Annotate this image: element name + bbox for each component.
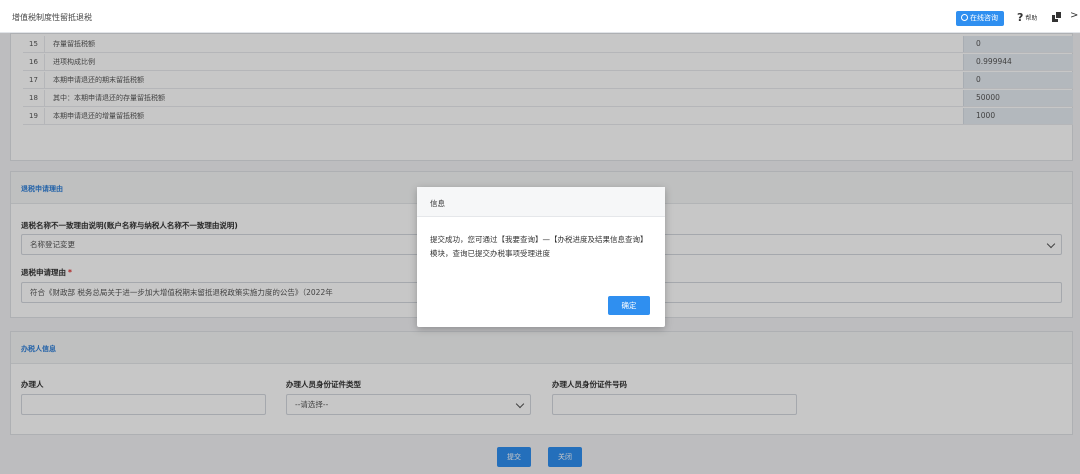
confirm-button[interactable]: 确定 [608, 296, 650, 315]
help-button[interactable]: ? 帮助 [1017, 11, 1037, 24]
window-icon[interactable] [1052, 12, 1061, 22]
title-bar: 增值税制度性留抵退税 在线咨询 ? 帮助 > [0, 0, 1080, 33]
more-chevron-icon[interactable]: > [1070, 10, 1078, 21]
dialog-title: 信息 [430, 199, 445, 208]
info-dialog: 信息 提交成功，您可通过【我要查询】—【办税进度及结果信息查询】模块，查询已提交… [417, 187, 665, 327]
question-icon: ? [1017, 11, 1024, 24]
online-consult-label: 在线咨询 [970, 14, 998, 22]
page-title: 增值税制度性留抵退税 [12, 13, 92, 22]
help-label: 帮助 [1025, 15, 1038, 22]
online-consult-button[interactable]: 在线咨询 [956, 11, 1004, 26]
dialog-header: 信息 [417, 187, 665, 217]
dialog-message: 提交成功，您可通过【我要查询】—【办税进度及结果信息查询】模块，查询已提交办税事… [430, 235, 648, 258]
refresh-icon [961, 14, 968, 21]
